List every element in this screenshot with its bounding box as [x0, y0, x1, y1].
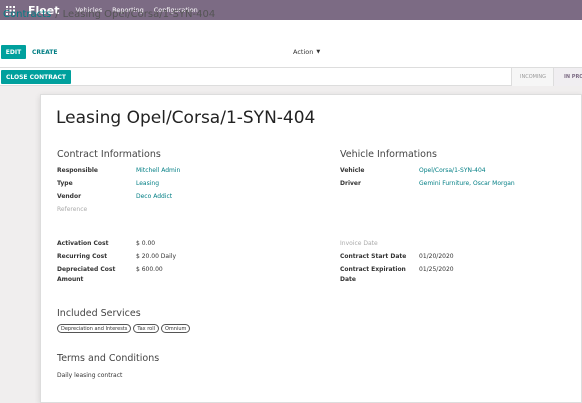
- expiration-date-label: Contract Expiration: [340, 266, 406, 273]
- recurring-cost-label: Recurring Cost: [57, 253, 108, 260]
- driver-label: Driver: [340, 180, 361, 187]
- stage-incoming[interactable]: INCOMING: [511, 68, 553, 86]
- breadcrumb-separator: /: [55, 9, 59, 20]
- responsible-value[interactable]: Mitchell Admin: [136, 167, 180, 174]
- start-date-label: Contract Start Date: [340, 253, 407, 260]
- action-dropdown-label: Action: [293, 48, 314, 56]
- breadcrumb: Contracts / Leasing Opel/Corsa/1-SYN-404: [3, 9, 215, 20]
- recurring-cost-value[interactable]: $ 20.00 Daily: [136, 253, 176, 260]
- driver-value[interactable]: Gemini Furniture, Oscar Morgan: [419, 180, 515, 187]
- vendor-label: Vendor: [57, 193, 82, 200]
- responsible-label: Responsible: [57, 167, 98, 174]
- contract-title[interactable]: Leasing Opel/Corsa/1-SYN-404: [56, 108, 315, 128]
- contract-info-heading: Contract Informations: [57, 149, 161, 160]
- expiration-date-value[interactable]: 01/25/2020: [419, 266, 454, 273]
- depreciated-cost-value[interactable]: $ 600.00: [136, 266, 163, 273]
- service-tag[interactable]: Omnium: [161, 324, 191, 333]
- breadcrumb-current: Leasing Opel/Corsa/1-SYN-404: [62, 9, 216, 20]
- vehicle-info-heading: Vehicle Informations: [340, 149, 437, 160]
- expiration-date-label-date: Date: [340, 276, 356, 283]
- action-dropdown[interactable]: Action ▼: [293, 48, 320, 56]
- breadcrumb-contracts-link[interactable]: Contracts: [3, 9, 51, 20]
- start-date-value[interactable]: 01/20/2020: [419, 253, 454, 260]
- invoice-date-label: Invoice Date: [340, 240, 378, 247]
- type-label: Type: [57, 180, 73, 187]
- service-tag[interactable]: Depreciation and Interests: [57, 324, 132, 333]
- vendor-value[interactable]: Deco Addict: [136, 193, 172, 200]
- services-tags: Depreciation and Interests Tax roll Omni…: [57, 324, 191, 333]
- status-bar: [0, 68, 582, 86]
- type-value[interactable]: Leasing: [136, 180, 159, 187]
- service-tag[interactable]: Tax roll: [133, 324, 159, 333]
- depreciated-cost-label: Depreciated Cost: [57, 266, 116, 273]
- close-contract-button[interactable]: CLOSE CONTRACT: [1, 70, 71, 84]
- control-panel: [0, 20, 582, 68]
- included-services-heading: Included Services: [57, 308, 141, 319]
- terms-heading: Terms and Conditions: [57, 353, 160, 364]
- vehicle-value[interactable]: Opel/Corsa/1-SYN-404: [419, 167, 486, 174]
- terms-text[interactable]: Daily leasing contract: [57, 372, 122, 379]
- caret-down-icon: ▼: [316, 49, 321, 55]
- depreciated-cost-label-amount: Amount: [57, 276, 84, 283]
- activation-cost-value[interactable]: $ 0.00: [136, 240, 155, 247]
- create-button[interactable]: CREATE: [32, 45, 58, 59]
- stage-in-progress[interactable]: IN PROGRESS: [553, 68, 582, 86]
- reference-label: Reference: [57, 206, 88, 213]
- activation-cost-label: Activation Cost: [57, 240, 109, 247]
- edit-button[interactable]: EDIT: [1, 45, 26, 59]
- vehicle-label: Vehicle: [340, 167, 365, 174]
